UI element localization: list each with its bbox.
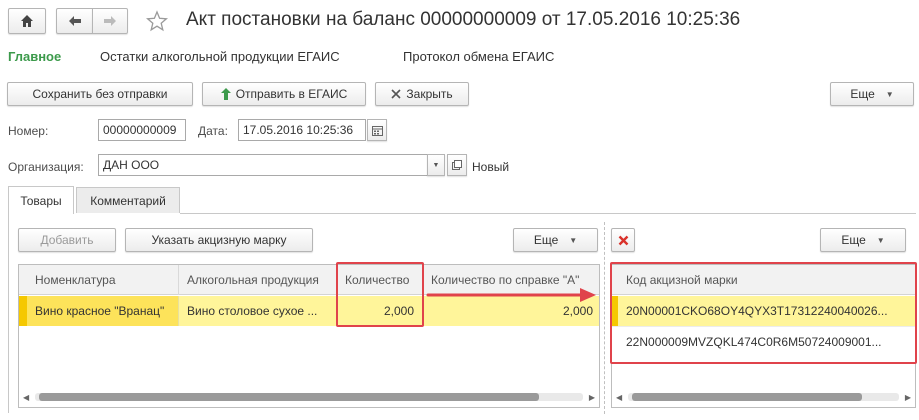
org-label: Организация:	[8, 160, 84, 174]
tabs-divider	[180, 213, 916, 214]
org-open-button[interactable]	[447, 154, 467, 176]
nav-main[interactable]: Главное	[8, 49, 61, 64]
quantity-highlight	[336, 262, 424, 327]
row-indicator	[19, 296, 27, 326]
chevron-down-icon: ▼	[885, 89, 894, 99]
org-dropdown-button[interactable]: ▼	[427, 154, 445, 176]
send-to-egais-button[interactable]: Отправить в ЕГАИС	[202, 82, 366, 106]
star-icon[interactable]	[146, 10, 168, 32]
close-label: Закрыть	[406, 87, 453, 101]
arrow-right-icon	[104, 16, 116, 26]
cell-nomenclature[interactable]: Вино красное "Вранац"	[27, 296, 179, 326]
open-icon	[452, 160, 462, 170]
scroll-right-arrow[interactable]: ▶	[589, 393, 595, 402]
home-button[interactable]	[8, 8, 46, 34]
chevron-down-icon: ▼	[876, 235, 885, 245]
splitter[interactable]	[604, 222, 605, 414]
scroll-left-arrow[interactable]: ◀	[23, 393, 29, 402]
horizontal-scrollbar[interactable]	[628, 393, 899, 401]
tab-panel-border-left	[8, 213, 9, 413]
home-icon	[21, 15, 33, 27]
cell-product[interactable]: Вино столовое сухое ...	[179, 296, 337, 326]
arrow-left-icon	[68, 16, 81, 26]
close-icon	[391, 89, 401, 99]
specify-label: Указать акцизную марку	[151, 233, 287, 247]
add-label: Добавить	[40, 233, 94, 247]
chevron-down-icon: ▼	[432, 161, 440, 169]
green-arrow-up-icon	[220, 88, 231, 100]
add-button[interactable]: Добавить	[18, 228, 116, 252]
scrollbar-thumb[interactable]	[39, 393, 539, 401]
red-arrow-annotation	[426, 288, 596, 302]
window-title: Акт постановки на баланс 00000000009 от …	[186, 9, 741, 30]
save-without-sending-button[interactable]: Сохранить без отправки	[7, 82, 193, 106]
specify-excise-mark-button[interactable]: Указать акцизную марку	[125, 228, 313, 252]
scroll-left-arrow[interactable]: ◀	[616, 393, 622, 402]
marks-more-label: Еще	[841, 233, 866, 247]
scrollbar-thumb[interactable]	[632, 393, 862, 401]
more-label: Еще	[850, 87, 875, 101]
send-label: Отправить в ЕГАИС	[235, 87, 348, 101]
status-text: Новый	[472, 160, 510, 174]
chevron-down-icon: ▼	[569, 235, 578, 245]
number-field[interactable]: 00000000009	[98, 119, 186, 141]
calendar-button[interactable]	[367, 119, 387, 141]
close-button[interactable]: Закрыть	[375, 82, 469, 106]
forward-button[interactable]	[92, 8, 128, 34]
excise-marks-highlight	[610, 262, 917, 364]
number-label: Номер:	[8, 124, 49, 138]
scroll-right-arrow[interactable]: ▶	[905, 393, 911, 402]
calendar-icon	[371, 125, 383, 136]
red-x-icon	[618, 235, 628, 245]
goods-more-button[interactable]: Еще ▼	[513, 228, 598, 252]
nav-egais-protocol[interactable]: Протокол обмена ЕГАИС	[403, 49, 554, 64]
tab-comment[interactable]: Комментарий	[76, 187, 180, 213]
horizontal-scrollbar[interactable]	[35, 393, 583, 401]
goods-more-label: Еще	[533, 233, 559, 247]
nav-egais-stock[interactable]: Остатки алкогольной продукции ЕГАИС	[100, 49, 340, 64]
org-field[interactable]: ДАН ООО	[98, 154, 428, 176]
date-label: Дата:	[198, 124, 228, 138]
date-field[interactable]: 17.05.2016 10:25:36	[238, 119, 366, 141]
back-button[interactable]	[56, 8, 92, 34]
column-header[interactable]: Номенклатура	[27, 265, 179, 295]
delete-mark-button[interactable]	[611, 228, 635, 252]
marks-more-button[interactable]: Еще ▼	[820, 228, 906, 252]
column-header[interactable]: Алкогольная продукция	[179, 265, 337, 295]
more-button[interactable]: Еще ▼	[830, 82, 914, 106]
tab-goods[interactable]: Товары	[8, 186, 74, 214]
save-label: Сохранить без отправки	[32, 87, 168, 101]
